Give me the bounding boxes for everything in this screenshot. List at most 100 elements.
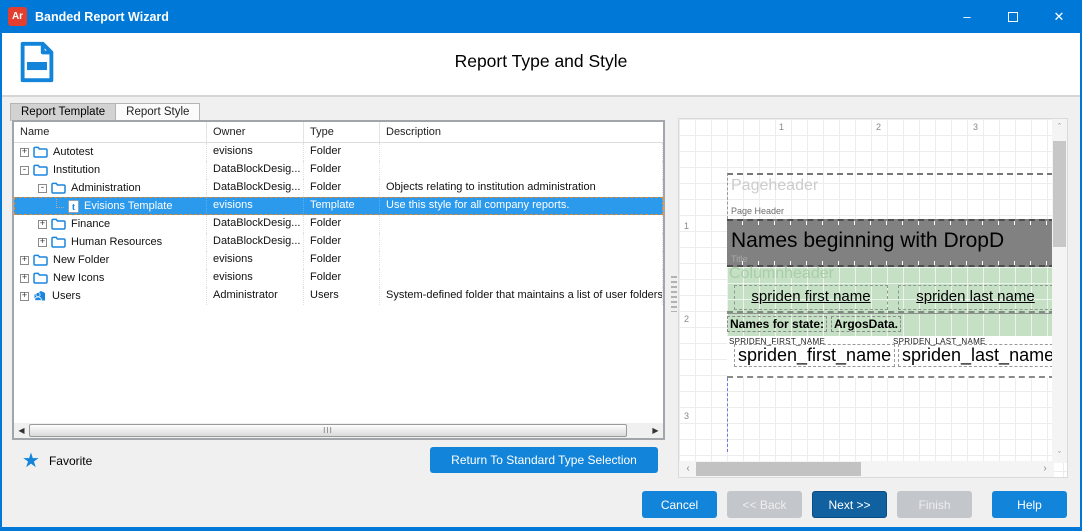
wizard-header: Report Type and Style [2, 33, 1080, 97]
column-header-name[interactable]: Name [14, 122, 207, 142]
app-icon: Ar [8, 7, 27, 26]
state-label-textbox[interactable]: Names for state: [726, 316, 828, 332]
column-header-description[interactable]: Description [380, 122, 663, 142]
pageheader-band[interactable]: Pageheader Page Header [727, 173, 1053, 219]
maximize-icon [1008, 11, 1018, 22]
users-icon [33, 290, 47, 302]
group-header-band[interactable]: Names for state: ArgosData. [726, 313, 1055, 336]
row-name: Administration [71, 182, 141, 194]
favorite-label: Favorite [48, 453, 93, 468]
report-title-text[interactable]: Names beginning with DropD [731, 229, 1004, 253]
row-description [380, 143, 663, 161]
table-row[interactable]: + New Icons evisions Folder [14, 269, 663, 287]
ruler-top-1: 1 [779, 122, 785, 132]
expand-toggle[interactable]: + [20, 255, 29, 265]
row-name: Finance [71, 218, 111, 230]
row-owner: DataBlockDesig... [207, 161, 304, 179]
report-preview-pane: 1 2 3 1 2 3 Pageheader Page Header Names… [678, 118, 1068, 478]
folder-icon [33, 254, 48, 266]
row-description [380, 269, 663, 287]
tree-connector [56, 198, 64, 208]
folder-icon [33, 146, 48, 158]
columnheader-band[interactable]: Columnheader spriden first name spriden … [727, 265, 1055, 313]
row-owner: DataBlockDesig... [207, 215, 304, 233]
expand-toggle[interactable]: + [38, 219, 47, 229]
folder-icon [33, 164, 48, 176]
column2-header-textbox[interactable]: spriden last name [898, 285, 1053, 310]
scroll-left-arrow-icon[interactable]: ◀ [14, 423, 29, 438]
template-icon: t [68, 199, 79, 213]
banded-report-wizard-window: Ar Banded Report Wizard – ✕ Report Type … [0, 0, 1082, 531]
pane-splitter[interactable] [671, 276, 677, 312]
table-row[interactable]: + New Folder evisions Folder [14, 251, 663, 269]
table-row[interactable]: + Autotest evisions Folder [14, 143, 663, 161]
scroll-right-arrow-icon[interactable]: ▶ [648, 423, 663, 438]
expand-toggle[interactable]: + [38, 237, 47, 247]
expand-toggle[interactable]: - [20, 165, 29, 175]
finish-button: Finish [897, 491, 972, 518]
minimize-button[interactable]: – [944, 0, 990, 33]
row-owner: DataBlockDesig... [207, 179, 304, 197]
scroll-right-arrow-icon[interactable]: › [1037, 461, 1053, 477]
next-button[interactable]: Next >> [812, 491, 887, 518]
column-header-type[interactable]: Type [304, 122, 380, 142]
favorite-star-icon[interactable]: ★ [22, 448, 40, 473]
title-band[interactable]: Names beginning with DropD Title [727, 219, 1055, 267]
detail-band[interactable]: SPRIDEN_FIRST_NAME spriden_first_name SP… [727, 336, 1059, 378]
pageheader-band-label: Pageheader [731, 177, 819, 194]
close-button[interactable]: ✕ [1036, 0, 1080, 33]
title-band-ticks-top [727, 221, 1055, 225]
table-row[interactable]: - Institution DataBlockDesig... Folder [14, 161, 663, 179]
column1-header-textbox[interactable]: spriden first name [734, 285, 888, 310]
page-title: Report Type and Style [454, 51, 628, 71]
column-header-owner[interactable]: Owner [207, 122, 304, 142]
expand-toggle[interactable]: + [20, 273, 29, 283]
expand-toggle[interactable]: + [20, 147, 29, 157]
expand-toggle[interactable]: - [38, 183, 47, 193]
scroll-down-arrow-icon[interactable]: ˇ [1052, 447, 1067, 463]
template-tree-panel: Name Owner Type Description + Autotest e… [12, 120, 665, 440]
row-name: Evisions Template [84, 200, 173, 212]
cancel-button[interactable]: Cancel [642, 491, 717, 518]
ruler-left-1: 1 [684, 221, 690, 231]
row-name: New Icons [53, 272, 105, 284]
row-owner: Administrator [207, 287, 304, 305]
tree-horizontal-scrollbar[interactable]: ◀ III ▶ [14, 423, 663, 438]
table-row[interactable]: + Finance DataBlockDesig... Folder [14, 215, 663, 233]
preview-hscroll-thumb[interactable] [696, 462, 861, 476]
row-owner: evisions [207, 251, 304, 269]
table-row[interactable]: t Evisions Template evisions Template Us… [14, 197, 663, 215]
window-title: Banded Report Wizard [35, 9, 169, 24]
preview-vscroll-thumb[interactable] [1053, 141, 1066, 247]
row-type: Folder [304, 233, 380, 251]
row-name: Human Resources [71, 236, 163, 248]
row-type: Folder [304, 161, 380, 179]
tree-scroll-thumb[interactable]: III [29, 424, 627, 437]
row-owner: evisions [207, 269, 304, 287]
table-row[interactable]: - Administration DataBlockDesig... Folde… [14, 179, 663, 197]
table-header-row: Name Owner Type Description [14, 122, 663, 143]
table-row[interactable]: + Human Resources DataBlockDesig... Fold… [14, 233, 663, 251]
row-description [380, 251, 663, 269]
scroll-up-arrow-icon[interactable]: ˆ [1052, 119, 1067, 135]
title-bar[interactable]: Ar Banded Report Wizard – ✕ [2, 0, 1080, 33]
tab-report-style[interactable]: Report Style [116, 103, 201, 121]
return-to-standard-type-button[interactable]: Return To Standard Type Selection [430, 447, 658, 473]
row-type: Template [304, 197, 380, 215]
field2-textbox[interactable]: spriden_last_name [897, 344, 1059, 367]
folder-icon [33, 272, 48, 284]
folder-icon [51, 182, 66, 194]
tab-report-template[interactable]: Report Template [10, 103, 117, 121]
state-value-textbox[interactable]: ArgosData. [830, 316, 902, 332]
tab-bar: Report Template Report Style [10, 103, 201, 121]
preview-horizontal-scrollbar[interactable]: ‹ › [679, 461, 1054, 477]
maximize-button[interactable] [990, 0, 1036, 33]
preview-vertical-scrollbar[interactable]: ˆ ˇ [1052, 119, 1067, 463]
expand-toggle[interactable]: + [20, 291, 29, 301]
row-owner: evisions [207, 143, 304, 161]
table-row[interactable]: + Users Administrator Users System-defin… [14, 287, 663, 305]
help-button[interactable]: Help [992, 491, 1067, 518]
row-owner: evisions [207, 197, 304, 215]
scroll-left-arrow-icon[interactable]: ‹ [680, 461, 696, 477]
field1-textbox[interactable]: spriden_first_name [733, 344, 896, 367]
